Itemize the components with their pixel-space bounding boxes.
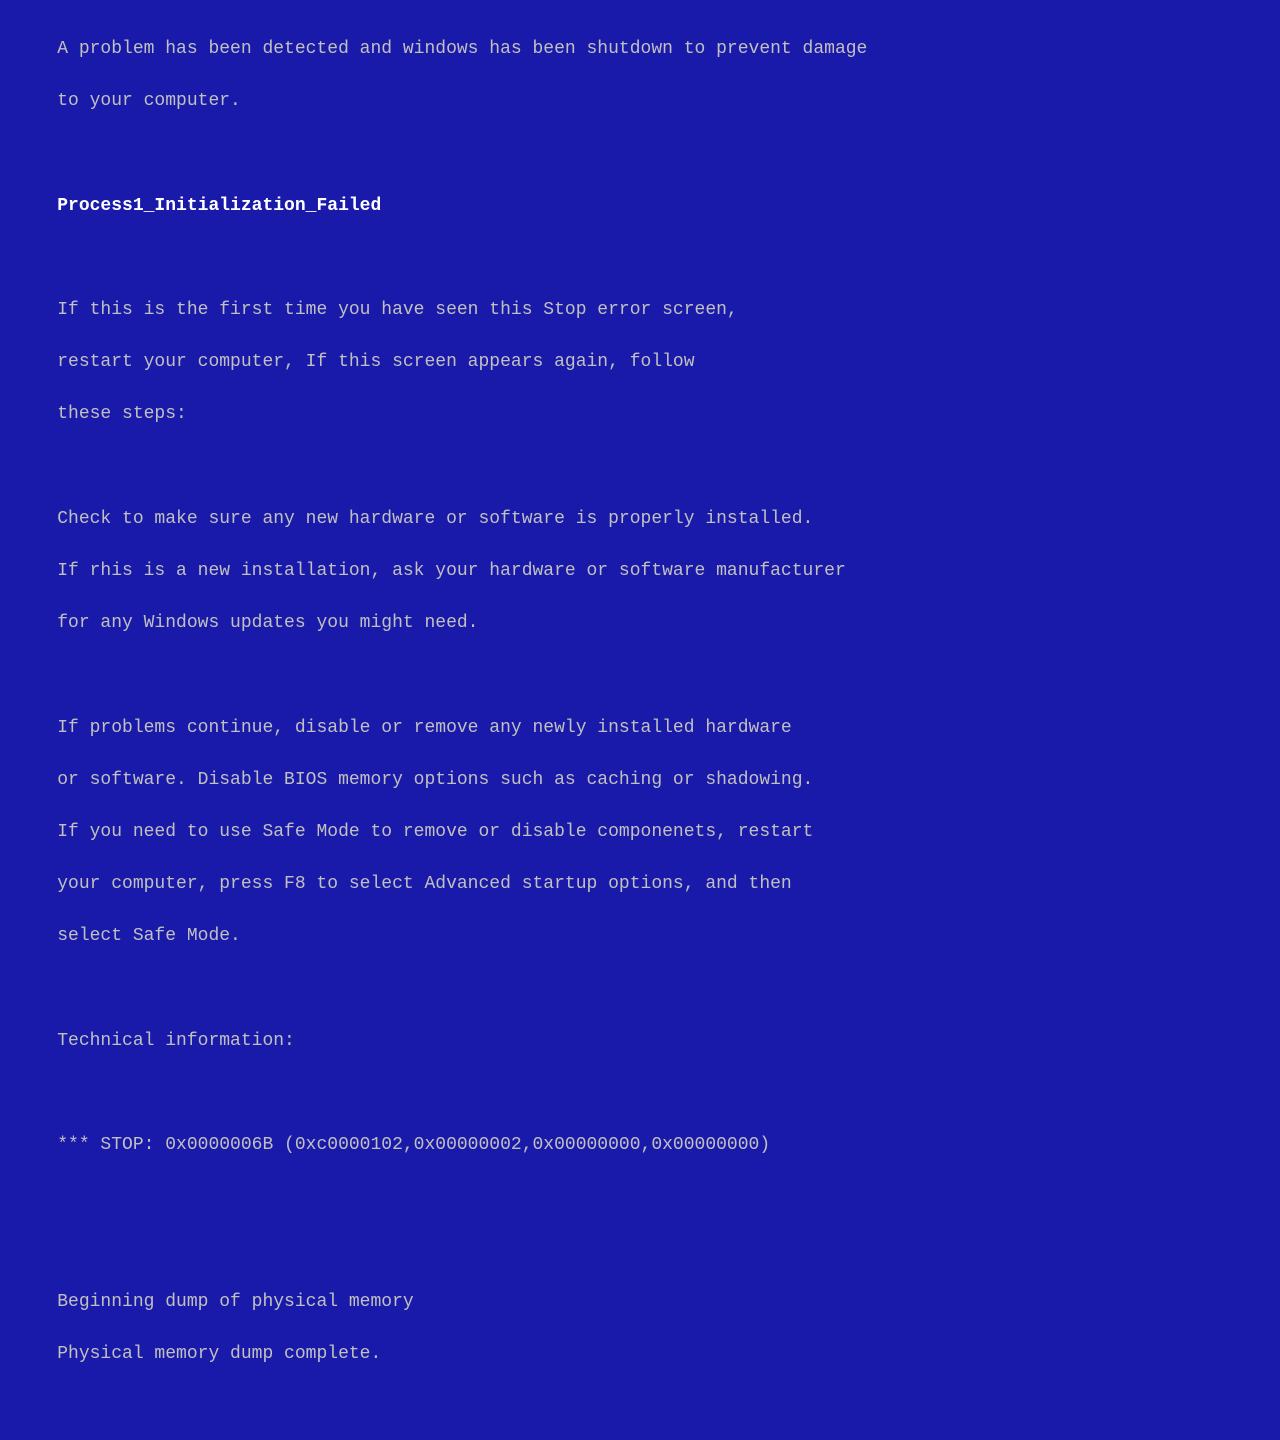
stop-code: *** STOP: 0x0000006B (0xc0000102,0x00000… <box>57 1135 770 1155</box>
tech-header: Technical information: <box>57 1031 295 1051</box>
para2-line3: for any Windows updates you might need. <box>57 613 478 633</box>
para3-line5: select Safe Mode. <box>57 926 241 946</box>
para1-line3: these steps: <box>57 404 187 424</box>
para3-line1: If problems continue, disable or remove … <box>57 718 792 738</box>
header-line1: A problem has been detected and windows … <box>57 39 867 59</box>
dump-line2: Physical memory dump complete. <box>57 1344 381 1364</box>
para3-line4: your computer, press F8 to select Advanc… <box>57 874 792 894</box>
para2-line2: If rhis is a new installation, ask your … <box>57 561 846 581</box>
para1-line2: restart your computer, If this screen ap… <box>57 352 694 372</box>
para1-line1: If this is the first time you have seen … <box>57 300 738 320</box>
para2-line1: Check to make sure any new hardware or s… <box>57 509 813 529</box>
para3-line3: If you need to use Safe Mode to remove o… <box>57 822 813 842</box>
error-code: Process1_Initialization_Failed <box>57 196 381 216</box>
para3-line2: or software. Disable BIOS memory options… <box>57 770 813 790</box>
header-line2: to your computer. <box>57 91 241 111</box>
bsod-screen: A problem has been detected and windows … <box>0 0 1280 720</box>
dump-line1: Beginning dump of physical memory <box>57 1292 413 1312</box>
